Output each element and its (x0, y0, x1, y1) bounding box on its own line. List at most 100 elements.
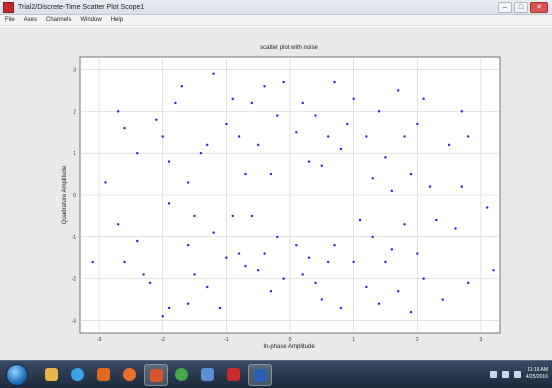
x-tick-label: 2 (416, 337, 419, 343)
firefox-icon[interactable] (118, 364, 140, 384)
clock-date: 4/25/2016 (525, 374, 548, 380)
scatter-point (428, 185, 432, 188)
scatter-point (263, 85, 266, 88)
scatter-point (237, 135, 241, 138)
scatter-point (193, 214, 196, 218)
x-tick-label: 0 (289, 337, 292, 343)
scatter-point (460, 185, 464, 188)
clock[interactable]: 11:19 AM 4/25/2016 (526, 367, 548, 381)
scatter-point (136, 239, 139, 243)
scatter-point (435, 218, 438, 222)
window-title: Trial2/Discrete-Time Scatter Plot Scope1 (18, 3, 145, 11)
scatter-point (320, 164, 324, 167)
scatter-point (148, 281, 152, 285)
y-tick-label: 3 (73, 68, 76, 74)
scatter-point (326, 260, 330, 264)
scatter-point (333, 243, 336, 247)
menu-channels[interactable]: Channels (46, 17, 71, 23)
scatter-point (186, 302, 190, 305)
maximize-button[interactable]: □ (514, 2, 528, 13)
scatter-point (116, 110, 120, 113)
menu-help[interactable]: Help (111, 17, 123, 23)
scatter-point (276, 235, 279, 239)
scatter-point (416, 122, 419, 126)
scatter-point (206, 143, 209, 147)
minimize-button[interactable]: – (498, 2, 512, 13)
network-icon[interactable] (489, 370, 497, 378)
y-tick-label: -2 (72, 277, 77, 283)
scatter-point (225, 256, 228, 259)
scatter-point (244, 264, 247, 268)
scatter-point (390, 248, 394, 251)
start-button[interactable] (6, 364, 28, 386)
chrome-icon[interactable] (170, 364, 192, 384)
scatter-point (186, 181, 190, 184)
pdf-reader-icon[interactable] (222, 364, 244, 384)
window-controls: – □ ✕ (498, 2, 548, 13)
scatter-point (486, 206, 489, 209)
scatter-point (314, 114, 317, 117)
scatter-point (212, 72, 215, 75)
scatter-point (225, 122, 228, 126)
scatter-point (212, 231, 215, 234)
scatter-point (409, 172, 413, 176)
settings-icon[interactable] (196, 364, 218, 384)
scatter-point (180, 85, 184, 88)
media-player-icon[interactable] (92, 364, 114, 384)
scatter-point (416, 252, 419, 255)
scatter-point (167, 306, 171, 310)
volume-icon[interactable] (501, 370, 509, 378)
scatter-point (314, 281, 317, 285)
scatter-point (276, 114, 279, 117)
x-axis-label: In-phase Amplitude (263, 344, 315, 350)
scatter-point (365, 135, 368, 138)
y-tick-label: 0 (73, 193, 76, 199)
menu-window[interactable]: Window (80, 17, 101, 23)
menu-file[interactable]: File (5, 17, 15, 23)
scatter-point (377, 302, 381, 305)
clock-time: 11:19 AM (527, 367, 548, 373)
system-tray: 11:19 AM 4/25/2016 (489, 364, 548, 384)
x-tick-label: 3 (480, 337, 483, 343)
scatter-point (422, 97, 425, 101)
scatter-point (256, 269, 260, 272)
scatter-point (396, 89, 400, 92)
scatter-point (492, 269, 495, 272)
menu-bar: File Axes Channels Window Help (0, 15, 552, 26)
scatter-point (155, 118, 158, 121)
scatter-point (231, 97, 234, 101)
scatter-point (193, 273, 196, 276)
scatter-point (454, 227, 457, 230)
y-axis-label: Quadrature Amplitude (62, 165, 68, 224)
window-titlebar: Trial2/Discrete-Time Scatter Plot Scope1… (0, 0, 552, 15)
scatter-point (365, 285, 368, 289)
word-icon[interactable] (248, 364, 272, 386)
scatter-point (123, 126, 126, 130)
flag-icon[interactable] (513, 370, 521, 378)
scatter-point (269, 289, 273, 293)
scatter-point (320, 298, 324, 301)
file-explorer-icon[interactable] (40, 364, 62, 384)
scatter-point (167, 160, 171, 163)
scatter-point (301, 101, 304, 105)
scatter-point (295, 243, 298, 247)
scatter-point (377, 110, 381, 113)
scatter-point (123, 260, 126, 264)
y-tick-label: 2 (73, 109, 76, 115)
scatter-point (161, 315, 164, 318)
scatter-point (250, 101, 254, 105)
scatter-point (447, 143, 451, 147)
scatter-point (396, 289, 400, 293)
scatter-point (250, 214, 254, 218)
scatter-point (104, 181, 107, 184)
matlab-icon[interactable] (144, 364, 168, 386)
scatter-point (136, 151, 139, 155)
scatter-point (326, 135, 330, 138)
y-tick-label: 1 (73, 151, 76, 157)
internet-explorer-icon[interactable] (66, 364, 88, 384)
scatter-point (269, 172, 273, 176)
close-button[interactable]: ✕ (530, 2, 548, 13)
scatter-point (174, 101, 177, 105)
scatter-point (116, 223, 120, 226)
menu-axes[interactable]: Axes (24, 17, 37, 23)
